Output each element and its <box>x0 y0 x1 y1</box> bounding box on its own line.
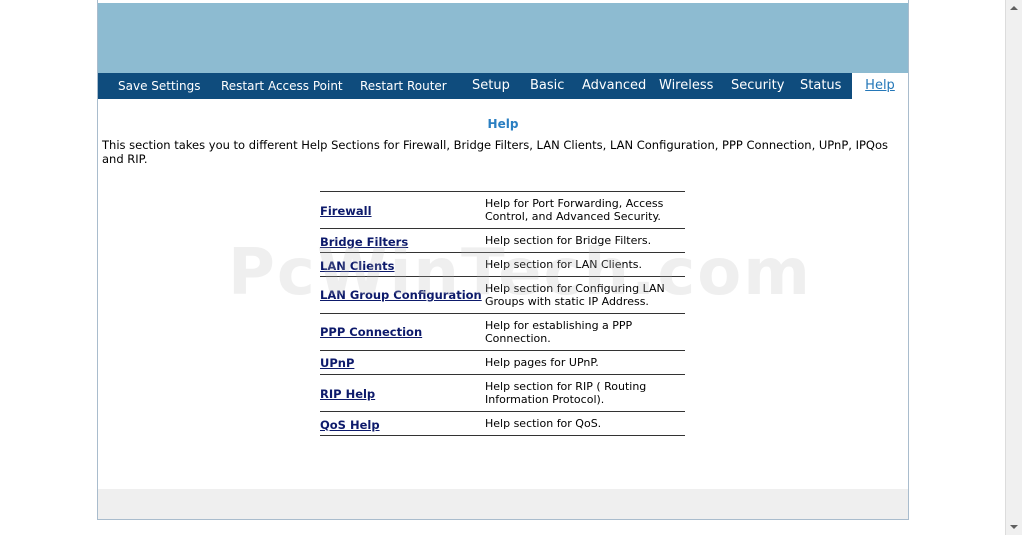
ppp-connection-help-link[interactable]: PPP Connection <box>320 325 422 339</box>
nav-restart-access-point[interactable]: Restart Access Point <box>221 73 343 99</box>
tab-security[interactable]: Security <box>731 73 784 99</box>
router-page-frame: Save Settings Restart Access Point Resta… <box>97 0 909 520</box>
tab-help[interactable]: Help <box>852 73 908 99</box>
firewall-help-link[interactable]: Firewall <box>320 204 372 218</box>
qos-help-link[interactable]: QoS Help <box>320 418 380 432</box>
firewall-help-desc: Help for Port Forwarding, Access Control… <box>485 197 664 223</box>
intro-text: This section takes you to different Help… <box>102 138 888 166</box>
vertical-scrollbar[interactable] <box>1005 0 1022 535</box>
header-banner <box>98 3 908 73</box>
scroll-down-arrow-icon[interactable] <box>1010 525 1018 529</box>
tab-status[interactable]: Status <box>800 73 841 99</box>
table-row: PPP Connection Help for establishing a P… <box>320 314 685 351</box>
table-row: Firewall Help for Port Forwarding, Acces… <box>320 192 685 229</box>
top-nav-bar: Save Settings Restart Access Point Resta… <box>98 73 908 99</box>
lan-group-config-help-desc: Help section for Configuring LAN Groups … <box>485 282 665 308</box>
tab-setup[interactable]: Setup <box>472 73 510 99</box>
lan-clients-help-desc: Help section for LAN Clients. <box>485 258 643 271</box>
lan-clients-help-link[interactable]: LAN Clients <box>320 259 395 273</box>
page-title: Help <box>487 117 519 131</box>
rip-help-link[interactable]: RIP Help <box>320 387 375 401</box>
help-sections-table: Firewall Help for Port Forwarding, Acces… <box>320 191 685 436</box>
lan-group-config-help-link[interactable]: LAN Group Configuration <box>320 288 482 302</box>
table-row: RIP Help Help section for RIP ( Routing … <box>320 375 685 412</box>
scroll-up-arrow-icon[interactable] <box>1010 6 1018 10</box>
table-row: LAN Clients Help section for LAN Clients… <box>320 253 685 277</box>
tab-wireless[interactable]: Wireless <box>659 73 713 99</box>
tab-help-active: Help <box>852 73 908 99</box>
qos-help-desc: Help section for QoS. <box>485 417 602 430</box>
rip-help-desc: Help section for RIP ( Routing Informati… <box>485 380 647 406</box>
upnp-help-desc: Help pages for UPnP. <box>485 356 599 369</box>
bridge-filters-help-desc: Help section for Bridge Filters. <box>485 234 652 247</box>
tab-advanced[interactable]: Advanced <box>582 73 646 99</box>
table-row: LAN Group Configuration Help section for… <box>320 277 685 314</box>
table-row: QoS Help Help section for QoS. <box>320 412 685 436</box>
table-row: UPnP Help pages for UPnP. <box>320 351 685 375</box>
page-footer <box>98 489 908 519</box>
tab-basic[interactable]: Basic <box>530 73 564 99</box>
ppp-connection-help-desc: Help for establishing a PPP Connection. <box>485 319 633 345</box>
upnp-help-link[interactable]: UPnP <box>320 356 354 370</box>
table-row: Bridge Filters Help section for Bridge F… <box>320 229 685 253</box>
bridge-filters-help-link[interactable]: Bridge Filters <box>320 235 408 249</box>
nav-restart-router[interactable]: Restart Router <box>360 73 447 99</box>
nav-save-settings[interactable]: Save Settings <box>118 73 201 99</box>
